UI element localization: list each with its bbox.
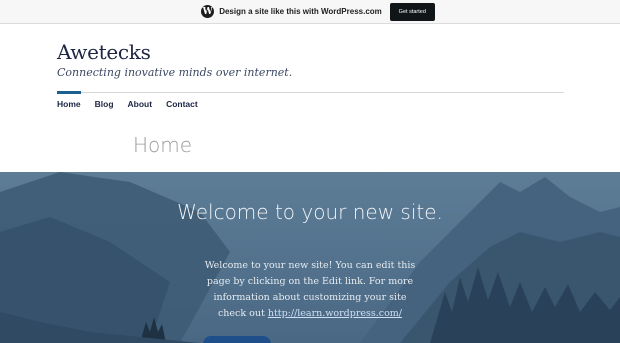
promo-bar-content: W Design a site like this with WordPress… [201, 2, 435, 21]
page-title: Home [133, 133, 193, 157]
nav-item-about[interactable]: About [128, 99, 153, 109]
hero-cta-button[interactable] [203, 336, 271, 343]
wordpress-promo-bar: W Design a site like this with WordPress… [0, 0, 620, 24]
nav-item-contact[interactable]: Contact [166, 99, 198, 109]
nav-item-home[interactable]: Home [57, 99, 81, 109]
site-title[interactable]: Awetecks [57, 40, 151, 64]
promo-text: Design a site like this with WordPress.c… [219, 7, 382, 16]
nav-active-indicator [57, 91, 81, 94]
site-tagline: Connecting inovative minds over internet… [57, 66, 293, 79]
primary-nav: Home Blog About Contact [57, 99, 198, 109]
nav-divider [57, 92, 564, 93]
get-started-button[interactable]: Get started [389, 2, 435, 21]
learn-wordpress-link[interactable]: http://learn.wordpress.com/ [268, 308, 402, 319]
nav-item-blog[interactable]: Blog [95, 99, 114, 109]
hero-body-text: Welcome to your new site! You can edit t… [200, 258, 420, 322]
hero-heading: Welcome to your new site. [177, 200, 443, 224]
wordpress-logo-icon[interactable]: W [201, 5, 215, 18]
